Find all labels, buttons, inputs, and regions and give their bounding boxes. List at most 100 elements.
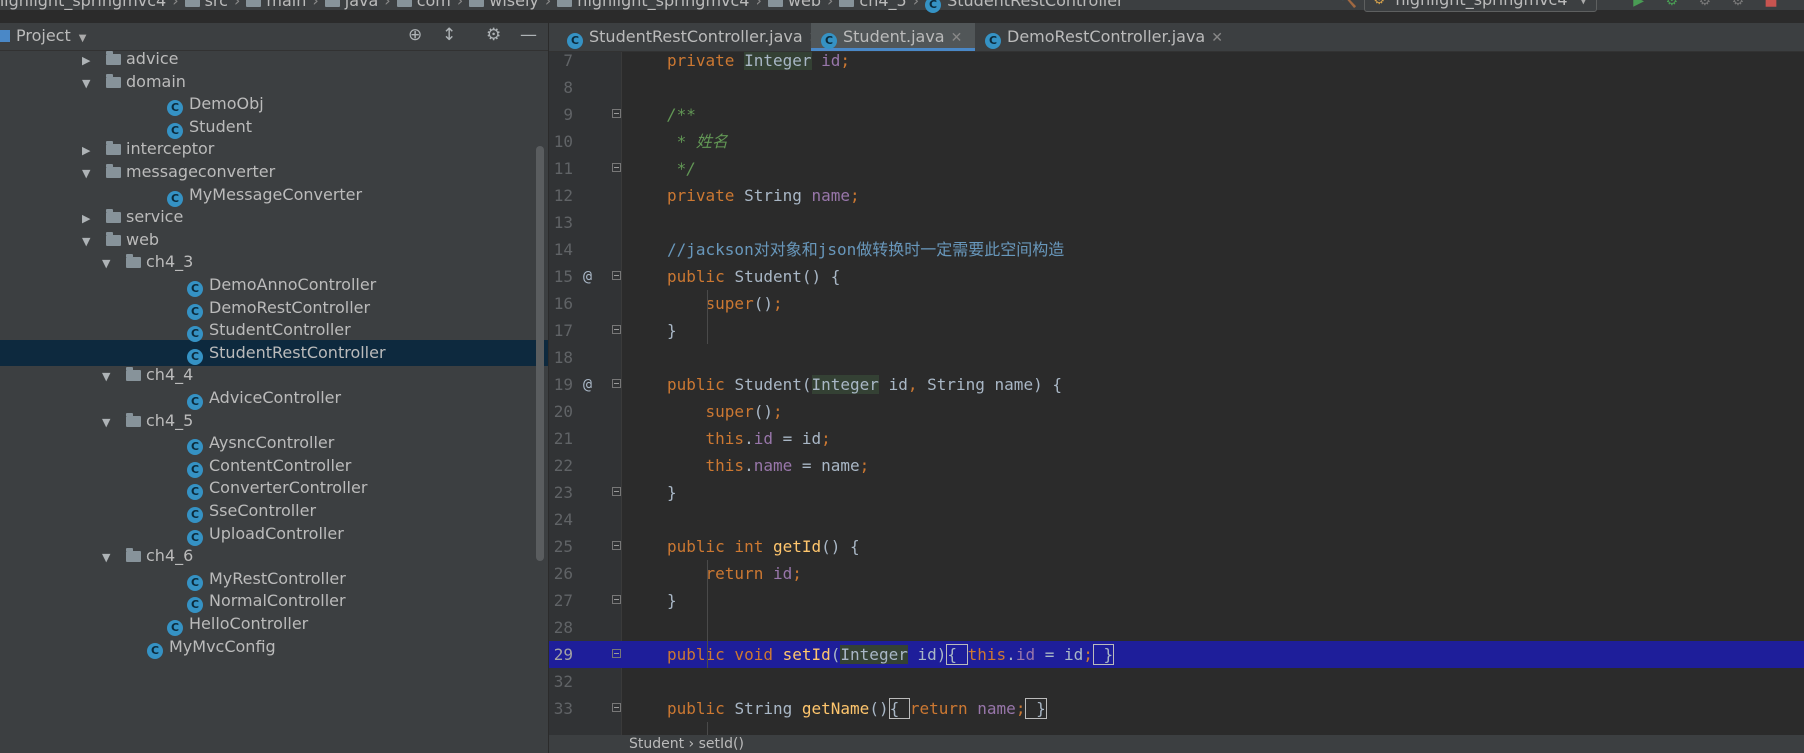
expanded-arrow-icon[interactable]: ▼ [82,71,96,97]
code-line[interactable]: 17} [549,317,1804,344]
tree-item[interactable]: C AysncController [0,430,548,456]
tree-item[interactable]: C DemoAnnoController [0,272,548,298]
stop-icon[interactable]: ■ [1760,0,1782,9]
debug-icon[interactable]: ⚙ [1661,0,1683,9]
fold-marker-icon[interactable] [612,271,621,280]
expanded-arrow-icon[interactable]: ▼ [102,545,116,571]
code-line[interactable]: 29 public void setId(Integer id){ this.id… [549,641,1804,668]
fold-marker-icon[interactable] [612,595,621,604]
fold-marker-icon[interactable] [612,487,621,496]
code-token: . [744,429,754,448]
fold-marker-icon[interactable] [612,541,621,550]
run-icon[interactable]: ▶ [1628,0,1650,9]
tree-item[interactable]: C ContentController [0,453,548,479]
tree-item[interactable]: C AdviceController [0,385,548,411]
breadcrumb-item[interactable]: C StudentRestController [925,0,1124,13]
code-line[interactable]: 13 [549,209,1804,236]
code-line[interactable]: 23} [549,479,1804,506]
code-line[interactable]: 8 [549,74,1804,101]
tree-item[interactable]: ▼ ch4_4 [0,362,548,388]
profile-icon[interactable]: ⚙ [1727,0,1749,9]
code-line[interactable]: 24 [549,506,1804,533]
breadcrumb-item[interactable]: src [184,0,228,10]
tree-item[interactable]: C HelloController [0,611,548,637]
code-line[interactable]: 14 //jackson对对象和json做转换时一定需要此空间构造 [549,236,1804,263]
breadcrumb-item[interactable]: highlight_springmvc4 [557,0,749,10]
project-view-selector[interactable]: Project ▼ [0,26,86,45]
code-line[interactable]: 18 [549,344,1804,371]
breadcrumb-item[interactable]: highlight_springmvc4 [0,0,166,10]
code-line[interactable]: 22 this.name = name; [549,452,1804,479]
breadcrumb-item[interactable]: com [396,0,451,10]
close-icon[interactable]: ✕ [1211,30,1223,46]
code-line[interactable]: 7 private Integer id; [549,52,1804,74]
tree-item[interactable]: ▶ interceptor [0,136,548,162]
breadcrumb-item[interactable]: web [767,0,821,10]
code-line[interactable]: 12 private String name; [549,182,1804,209]
code-line[interactable]: 15 @ public Student() { [549,263,1804,290]
collapsed-arrow-icon[interactable]: ▶ [82,206,96,232]
expanded-arrow-icon[interactable]: ▼ [102,410,116,436]
code-line[interactable]: 21 this.id = id; [549,425,1804,452]
override-marker-icon[interactable]: @ [583,263,592,290]
tree-item[interactable]: C MyMvcConfig [0,634,548,660]
run-configuration-select[interactable]: ⚙ highlight_springmvc4 ▼ [1364,0,1597,12]
tree-item[interactable]: C UploadController [0,521,548,547]
breadcrumb-item[interactable]: wisely [469,0,539,10]
tree-item[interactable]: C StudentController [0,317,548,343]
tree-item[interactable]: ▶ advice [0,51,548,72]
tree-item[interactable]: C MyRestController [0,566,548,592]
expanded-arrow-icon[interactable]: ▼ [82,161,96,187]
tree-item[interactable]: C StudentRestController [0,339,548,366]
coverage-icon[interactable]: ⚙ [1694,0,1716,9]
fold-marker-icon[interactable] [612,109,621,118]
expanded-arrow-icon[interactable]: ▼ [102,364,116,390]
close-icon[interactable]: ✕ [951,30,963,46]
editor-tab[interactable]: CStudentRestController.java✕ [557,23,820,51]
line-number: 27 [553,591,573,610]
fold-marker-icon[interactable] [612,163,621,172]
fold-marker-icon[interactable] [612,649,621,658]
tree-item[interactable]: ▼ ch4_5 [0,408,548,434]
collapse-all-icon[interactable]: ↕ [442,25,456,45]
code-line[interactable]: 10 * 姓名 [549,128,1804,155]
collapsed-arrow-icon[interactable]: ▶ [82,51,96,74]
tree-item[interactable]: C SseController [0,498,548,524]
tree-item[interactable]: C DemoRestController [0,295,548,321]
code-line[interactable]: 20 super(); [549,398,1804,425]
editor-tab[interactable]: C DemoRestController.java ✕ [975,23,1223,51]
tree-item[interactable]: ▼ ch4_6 [0,543,548,569]
code-line[interactable]: 25 public int getId() { [549,533,1804,560]
code-line[interactable]: 11 */ [549,155,1804,182]
tree-scrollbar[interactable] [536,146,544,561]
expanded-arrow-icon[interactable]: ▼ [102,251,116,277]
fold-marker-icon[interactable] [612,379,621,388]
tree-item[interactable]: ▶ service [0,204,548,230]
breadcrumb-item[interactable]: ch4_5 [839,0,907,10]
code-editor[interactable]: 7 private Integer id; 8 9/** 10 * 姓名 11 */12 p… [549,52,1804,735]
code-line[interactable]: 19 @ public Student(Integer id, String nam… [549,371,1804,398]
locate-icon[interactable]: ⊕ [408,25,422,45]
editor-tab[interactable]: C Student.java ✕ [811,23,975,51]
code-line[interactable]: 26 return id; [549,560,1804,587]
collapsed-arrow-icon[interactable]: ▶ [82,138,96,164]
hide-icon[interactable]: — [520,25,537,45]
code-line[interactable]: 33 public String getName(){ return name; … [549,695,1804,722]
code-line[interactable]: 32 [549,668,1804,695]
fold-marker-icon[interactable] [612,703,621,712]
code-line[interactable]: 28 [549,614,1804,641]
breadcrumb-item[interactable]: main [246,0,306,10]
tree-item[interactable]: C NormalController [0,588,548,614]
tree-item[interactable]: C ConverterController [0,475,548,501]
code-breadcrumb[interactable]: Student › setId() [629,735,744,753]
tree-item[interactable]: C Student [0,114,548,140]
code-line[interactable]: 9 /** [549,101,1804,128]
gear-icon[interactable]: ⚙ [486,25,501,45]
override-marker-icon[interactable]: @ [583,371,592,398]
expanded-arrow-icon[interactable]: ▼ [82,229,96,255]
code-line[interactable]: 27} [549,587,1804,614]
fold-marker-icon[interactable] [612,325,621,334]
build-hammer-icon[interactable]: 🔨 [1337,0,1359,9]
code-line[interactable]: 16 super(); [549,290,1804,317]
breadcrumb-item[interactable]: java [324,0,378,10]
